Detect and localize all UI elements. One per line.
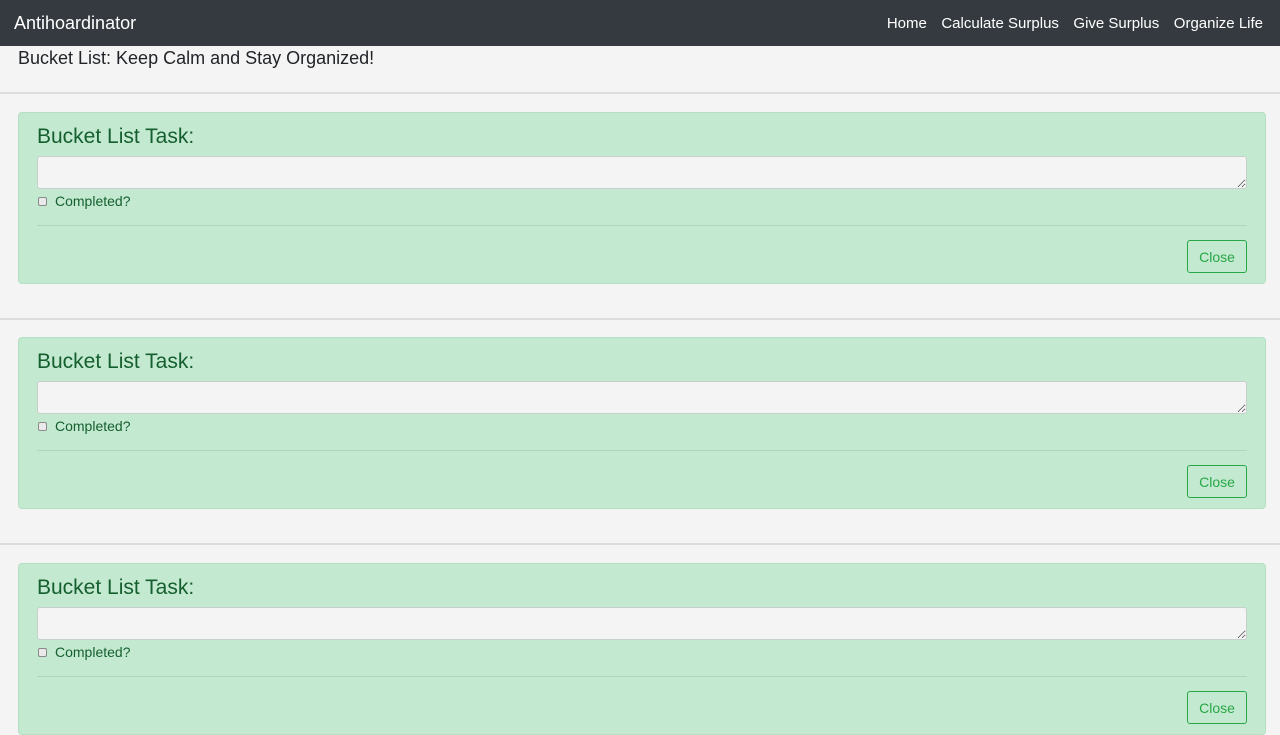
card-title: Bucket List Task: xyxy=(37,350,195,373)
completed-checkbox[interactable] xyxy=(38,196,47,206)
bucket-task-card: Bucket List Task: Completed? Close xyxy=(18,563,1266,735)
card-divider xyxy=(37,225,1247,226)
nav-link-give-surplus[interactable]: Give Surplus xyxy=(1073,15,1159,32)
card-title: Bucket List Task: xyxy=(37,576,195,599)
completed-row: Completed? xyxy=(37,192,131,210)
task-input[interactable] xyxy=(37,607,1247,640)
section-divider xyxy=(0,543,1280,545)
nav-link-home[interactable]: Home xyxy=(887,15,927,32)
task-input[interactable] xyxy=(37,381,1247,414)
completed-row: Completed? xyxy=(37,643,131,661)
card-divider xyxy=(37,450,1247,451)
completed-label: Completed? xyxy=(55,193,131,209)
close-button[interactable]: Close xyxy=(1187,465,1247,498)
completed-label: Completed? xyxy=(55,418,131,434)
nav-link-organize-life[interactable]: Organize Life xyxy=(1174,15,1263,32)
bucket-task-card: Bucket List Task: Completed? Close xyxy=(18,112,1266,284)
page-heading: Bucket List: Keep Calm and Stay Organize… xyxy=(18,48,375,68)
completed-label: Completed? xyxy=(55,644,131,660)
section-divider xyxy=(0,92,1280,94)
bucket-task-card: Bucket List Task: Completed? Close xyxy=(18,337,1266,509)
card-divider xyxy=(37,676,1247,677)
navbar: Antihoardinator Home Calculate Surplus G… xyxy=(0,0,1280,46)
section-divider xyxy=(0,318,1280,320)
close-button[interactable]: Close xyxy=(1187,691,1247,724)
card-title: Bucket List Task: xyxy=(37,125,195,148)
completed-checkbox[interactable] xyxy=(38,421,47,431)
brand-link[interactable]: Antihoardinator xyxy=(14,13,136,34)
nav-link-calculate-surplus[interactable]: Calculate Surplus xyxy=(941,15,1059,32)
close-button[interactable]: Close xyxy=(1187,240,1247,273)
nav-links: Home Calculate Surplus Give Surplus Orga… xyxy=(887,15,1266,32)
task-input[interactable] xyxy=(37,156,1247,189)
completed-checkbox[interactable] xyxy=(38,647,47,657)
completed-row: Completed? xyxy=(37,417,131,435)
